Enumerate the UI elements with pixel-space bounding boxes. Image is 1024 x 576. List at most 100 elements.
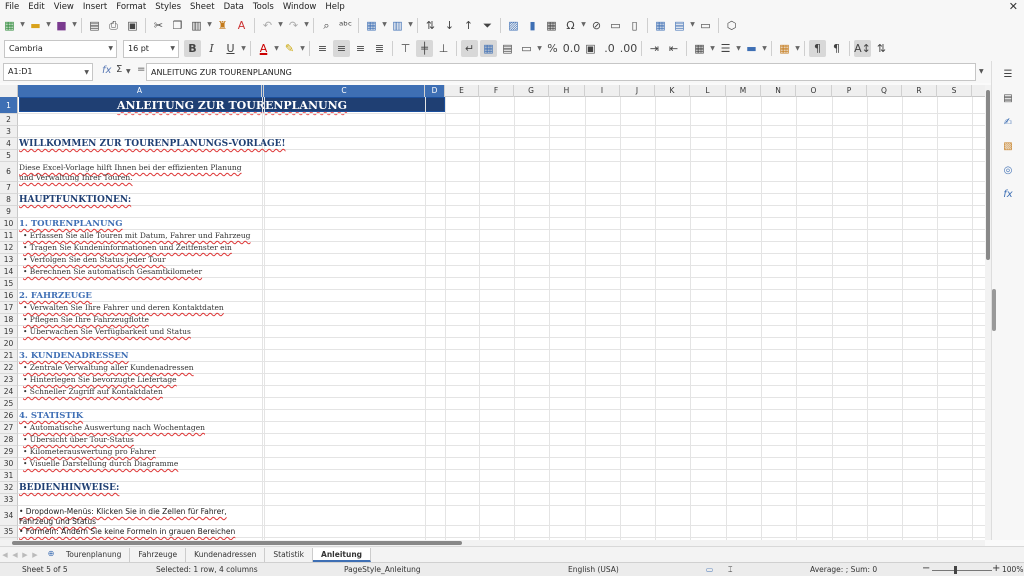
sort-icon[interactable]: ⇅ <box>422 17 439 34</box>
border-color-dropdown-icon[interactable]: ▼ <box>761 40 768 57</box>
cell-grid[interactable]: ANLEITUNG ZUR TOURENPLANUNG WILLKOMMEN Z… <box>18 97 985 540</box>
border-style-dropdown-icon[interactable]: ▼ <box>735 40 742 57</box>
hyperlink-icon[interactable]: ⊘ <box>588 17 605 34</box>
zoom-slider-knob[interactable] <box>954 566 957 574</box>
cell-a13[interactable]: • Verfolgen Sie den Status jeder Tour <box>23 254 166 266</box>
row-header[interactable]: 26 <box>0 410 18 422</box>
row-icon[interactable]: ▦ <box>363 17 380 34</box>
print-preview-icon[interactable]: ▣ <box>124 17 141 34</box>
cell-a10[interactable]: 1. TOURENPLANUNG <box>19 218 122 230</box>
menu-styles[interactable]: Styles <box>150 2 185 12</box>
zoom-out-icon[interactable]: − <box>922 563 930 574</box>
row-header[interactable]: 7 <box>0 182 18 194</box>
font-size-box[interactable]: 16 pt ▼ <box>123 39 179 58</box>
row-header[interactable]: 9 <box>0 206 18 218</box>
functions-icon[interactable]: fx <box>1001 187 1015 201</box>
new-dropdown-icon[interactable]: ▼ <box>19 17 26 34</box>
column-header-l[interactable]: L <box>690 85 726 97</box>
redo-dropdown-icon[interactable]: ▼ <box>303 17 310 34</box>
increase-indent-icon[interactable]: ⇥ <box>646 40 663 57</box>
column-dropdown-icon[interactable]: ▼ <box>407 17 414 34</box>
add-decimal-place-icon[interactable]: .0 <box>601 40 618 57</box>
border-style-icon[interactable]: ☰ <box>717 40 734 57</box>
navigator-icon[interactable]: ◎ <box>1001 163 1015 177</box>
decrease-indent-icon[interactable]: ⇤ <box>665 40 682 57</box>
selection-mode-icon[interactable]: ▭ <box>706 565 713 574</box>
column-header-h[interactable]: H <box>549 85 585 97</box>
cell-a26[interactable]: 4. STATISTIK <box>19 410 83 422</box>
column-header-j[interactable]: J <box>620 85 655 97</box>
row-header[interactable]: 20 <box>0 338 18 350</box>
tab-statistik[interactable]: Statistik <box>265 547 314 562</box>
cell-a32[interactable]: BEDIENHINWEISE: <box>19 482 119 494</box>
comment-icon[interactable]: ▭ <box>607 17 624 34</box>
spreadsheet-grid[interactable]: ACDEFGHIJKLMNOPQRS 1 2 3 4 5 6 7 8 9 10 11 12 13 14 15… <box>0 85 985 540</box>
sort-descending-icon[interactable]: ↑ <box>460 17 477 34</box>
cell-a18[interactable]: • Pflegen Sie Ihre Fahrzeugflotte <box>23 314 149 326</box>
font-name-box[interactable]: Cambria ▼ <box>4 39 117 58</box>
insert-chart-icon[interactable]: ▮ <box>524 17 541 34</box>
column-header-p[interactable]: P <box>832 85 867 97</box>
row-header[interactable]: 10 <box>0 218 18 230</box>
row-header[interactable]: 19 <box>0 326 18 338</box>
column-header-a[interactable]: A <box>18 85 262 97</box>
row-header[interactable]: 12 <box>0 242 18 254</box>
cell-a16[interactable]: 2. FAHRZEUGE <box>19 290 92 302</box>
special-character-dropdown-icon[interactable]: ▼ <box>580 17 587 34</box>
row-header[interactable]: 32 <box>0 482 18 494</box>
cell-a12[interactable]: • Tragen Sie Kundeninformationen und Zei… <box>23 242 232 254</box>
cell-a24[interactable]: • Schneller Zugriff auf Kontaktdaten <box>23 386 163 398</box>
sidebar-resize-handle[interactable] <box>992 289 996 331</box>
menu-help[interactable]: Help <box>320 2 348 12</box>
headers-footers-icon[interactable]: ▯ <box>626 17 643 34</box>
column-header-i[interactable]: I <box>585 85 620 97</box>
merge-center-icon[interactable]: ▦ <box>480 40 497 57</box>
row-header[interactable]: 27 <box>0 422 18 434</box>
cell-a6[interactable]: Diese Excel-Vorlage hilft Ihnen bei der … <box>19 163 251 183</box>
format-as-date-icon[interactable]: ▣ <box>582 40 599 57</box>
menu-edit[interactable]: Edit <box>23 2 48 12</box>
row-header[interactable]: 28 <box>0 434 18 446</box>
next-sheet-icon[interactable]: ▶ <box>20 551 30 559</box>
format-as-number-icon[interactable]: 0.0 <box>563 40 581 57</box>
paste-icon[interactable]: ▥ <box>188 17 205 34</box>
row-header[interactable]: 31 <box>0 470 18 482</box>
italic-icon[interactable]: I <box>203 40 220 57</box>
row-header[interactable]: 15 <box>0 278 18 290</box>
menu-view[interactable]: View <box>49 2 78 12</box>
properties-icon[interactable]: ▤ <box>1001 91 1015 105</box>
save-dropdown-icon[interactable]: ▼ <box>71 17 78 34</box>
cell-a11[interactable]: • Erfassen Sie alle Touren mit Datum, Fa… <box>23 230 250 242</box>
row-header[interactable]: 34 <box>0 506 18 526</box>
export-pdf-icon[interactable]: ▤ <box>86 17 103 34</box>
paste-dropdown-icon[interactable]: ▼ <box>206 17 213 34</box>
row-header[interactable]: 6 <box>0 162 18 182</box>
align-right-icon[interactable]: ≡ <box>352 40 369 57</box>
add-sheet-icon[interactable]: ⊕ <box>44 549 58 561</box>
column-header-f[interactable]: F <box>479 85 514 97</box>
sum-dropdown-icon[interactable]: ▼ <box>126 68 131 75</box>
sum-icon[interactable]: Σ <box>116 64 122 75</box>
tab-tourenplanung[interactable]: Tourenplanung <box>58 547 131 562</box>
formula-input[interactable]: ANLEITUNG ZUR TOURENPLANUNG <box>146 63 976 81</box>
align-center-icon[interactable]: ≡ <box>333 40 350 57</box>
bold-icon[interactable]: B <box>184 40 201 57</box>
menu-sheet[interactable]: Sheet <box>185 2 219 12</box>
row-header[interactable]: 33 <box>0 494 18 506</box>
currency-dropdown-icon[interactable]: ▼ <box>536 40 543 57</box>
cell-a8[interactable]: HAUPTFUNKTIONEN: <box>19 194 131 206</box>
gallery-icon[interactable]: ▧ <box>1001 139 1015 153</box>
row-header[interactable]: 2 <box>0 114 18 126</box>
row-header[interactable]: 35 <box>0 526 18 538</box>
borders-dropdown-icon[interactable]: ▼ <box>709 40 716 57</box>
sort-ascending-icon[interactable]: ↓ <box>441 17 458 34</box>
cut-icon[interactable]: ✂ <box>150 17 167 34</box>
select-all-corner[interactable] <box>0 85 18 97</box>
cell-a29[interactable]: • Kilometerauswertung pro Fahrer <box>23 446 156 458</box>
font-size-dropdown-icon[interactable]: ▼ <box>170 45 175 52</box>
wrap-text-icon[interactable]: ↵ <box>461 40 478 57</box>
vertical-scroll-thumb[interactable] <box>986 90 990 260</box>
tab-anleitung[interactable]: Anleitung <box>313 547 372 562</box>
zoom-in-icon[interactable]: + <box>992 563 1000 574</box>
redo-icon[interactable]: ↷ <box>285 17 302 34</box>
